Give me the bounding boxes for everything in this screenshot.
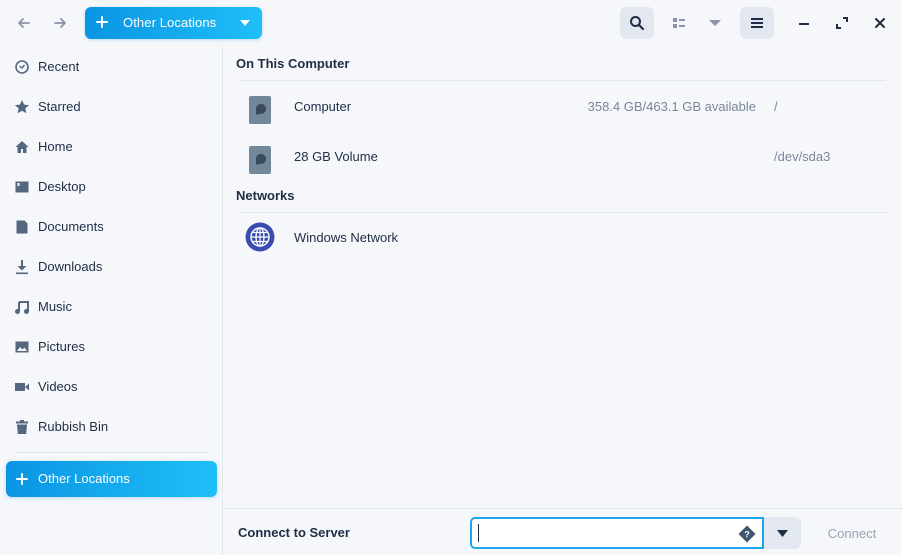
sidebar-item-label: Recent — [38, 59, 80, 74]
sidebar-item-music[interactable]: Music — [6, 289, 217, 325]
clock-icon — [15, 60, 29, 74]
sidebar-item-label: Downloads — [38, 259, 103, 274]
minimize-button[interactable] — [787, 7, 821, 39]
minimize-icon — [799, 23, 809, 25]
music-icon — [15, 301, 29, 314]
location-row-computer[interactable]: Computer 358.4 GB/463.1 GB available / — [236, 85, 886, 129]
maximize-button[interactable] — [825, 7, 859, 39]
document-icon — [16, 220, 28, 234]
header-bar: Other Locations — [0, 0, 902, 46]
arrow-right-icon — [54, 18, 66, 28]
view-options-button[interactable] — [698, 7, 732, 39]
trash-icon — [16, 420, 28, 434]
sidebar-item-starred[interactable]: Starred — [6, 89, 217, 125]
sidebar-item-label: Videos — [38, 379, 78, 394]
location-path: /dev/sda3 — [774, 149, 831, 164]
location-capacity: 358.4 GB/463.1 GB available — [587, 99, 756, 114]
sidebar-item-desktop[interactable]: Desktop — [6, 169, 217, 205]
sidebar-item-label: Desktop — [38, 179, 86, 194]
sidebar-item-downloads[interactable]: Downloads — [6, 249, 217, 285]
video-icon — [15, 383, 29, 391]
location-row-28gb-volume[interactable]: 28 GB Volume /dev/sda3 — [236, 135, 886, 179]
view-toggle-button[interactable] — [662, 7, 696, 39]
location-label: Other Locations — [123, 15, 217, 30]
maximize-icon — [836, 17, 848, 29]
forward-button[interactable] — [45, 8, 75, 38]
section-divider — [240, 80, 886, 81]
location-path-button[interactable]: Other Locations — [85, 7, 262, 39]
sidebar-item-home[interactable]: Home — [6, 129, 217, 165]
sidebar-item-pictures[interactable]: Pictures — [6, 329, 217, 365]
sidebar-item-videos[interactable]: Videos — [6, 369, 217, 405]
sidebar-item-label: Pictures — [38, 339, 85, 354]
section-divider — [240, 212, 886, 213]
plus-icon — [16, 473, 28, 485]
svg-text:?: ? — [744, 530, 750, 540]
recent-servers-dropdown[interactable] — [764, 517, 801, 549]
sidebar-item-label: Other Locations — [38, 471, 130, 486]
location-name: Computer — [294, 99, 352, 114]
hamburger-menu-icon — [751, 18, 763, 28]
close-button[interactable] — [863, 7, 897, 39]
sidebar-divider — [16, 452, 208, 453]
server-address-input[interactable] — [478, 523, 728, 543]
connect-to-server-label: Connect to Server — [238, 525, 350, 540]
desktop-icon — [15, 181, 29, 193]
list-view-icon — [673, 18, 685, 28]
sidebar-item-label: Music — [38, 299, 72, 314]
section-title-networks: Networks — [236, 188, 295, 203]
plus-icon — [96, 16, 108, 28]
location-row-windows-network[interactable]: Windows Network — [236, 216, 886, 260]
sidebar-item-documents[interactable]: Documents — [6, 209, 217, 245]
close-icon — [875, 18, 885, 28]
location-name: Windows Network — [294, 230, 399, 245]
drive-icon — [249, 146, 271, 174]
sidebar-item-rubbish-bin[interactable]: Rubbish Bin — [6, 409, 217, 445]
location-name: 28 GB Volume — [294, 149, 378, 164]
section-title-on-this-computer: On This Computer — [236, 56, 350, 71]
caret-down-icon[interactable] — [240, 20, 250, 26]
sidebar-item-label: Starred — [38, 99, 81, 114]
connect-to-server-bar: Connect to Server ? Connect — [224, 508, 902, 555]
main-menu-button[interactable] — [740, 7, 774, 39]
sidebar: Recent Starred Home Desktop Documents Do… — [0, 46, 223, 555]
location-path: / — [774, 99, 778, 114]
caret-down-icon — [709, 20, 721, 26]
arrow-left-icon — [18, 18, 30, 28]
picture-icon — [15, 341, 29, 353]
search-button[interactable] — [620, 7, 654, 39]
drive-icon — [249, 96, 271, 124]
server-address-field[interactable]: ? — [470, 517, 764, 549]
sidebar-item-label: Documents — [38, 219, 104, 234]
download-icon — [16, 260, 28, 275]
back-button[interactable] — [9, 8, 39, 38]
search-icon — [630, 16, 645, 31]
sidebar-item-other-locations[interactable]: Other Locations — [6, 461, 217, 497]
locations-list: On This Computer Computer 358.4 GB/463.1… — [224, 46, 902, 508]
star-icon — [14, 100, 30, 114]
globe-icon — [245, 222, 275, 252]
sidebar-item-recent[interactable]: Recent — [6, 49, 217, 85]
home-icon — [15, 141, 29, 153]
caret-down-icon — [777, 530, 788, 537]
sidebar-item-label: Rubbish Bin — [38, 419, 109, 434]
sidebar-item-label: Home — [38, 139, 73, 154]
help-icon[interactable]: ? — [738, 525, 756, 543]
connect-button[interactable]: Connect — [814, 517, 890, 549]
